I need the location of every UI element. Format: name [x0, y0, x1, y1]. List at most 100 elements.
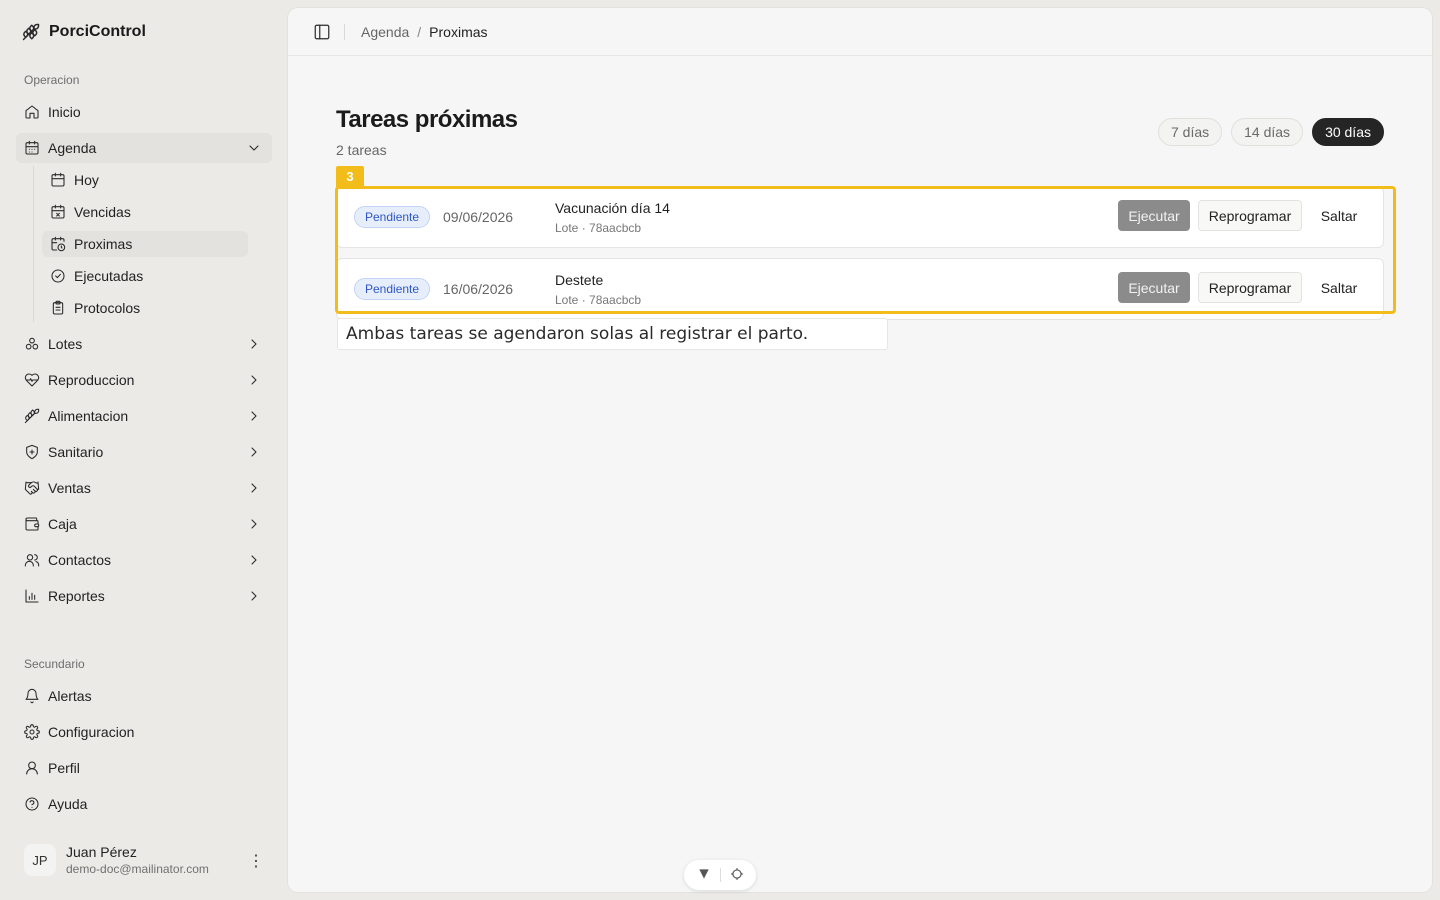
more-vertical-icon[interactable]: ⋮	[248, 851, 264, 871]
calendar-x-icon	[50, 204, 66, 220]
sidebar-item-label: Sanitario	[48, 444, 104, 460]
shield-plus-icon	[24, 444, 40, 460]
bar-chart-icon	[24, 588, 40, 604]
sidebar-item-label: Agenda	[48, 140, 97, 156]
sidebar-item-label: Alimentacion	[48, 408, 129, 424]
user-icon	[24, 760, 40, 776]
breadcrumb-current: Proximas	[429, 24, 488, 40]
breadcrumb-agenda[interactable]: Agenda	[361, 24, 409, 40]
chevron-right-icon	[246, 552, 262, 568]
sidebar-item-label: Lotes	[48, 336, 83, 352]
sidebar-item-label: Reportes	[48, 588, 105, 604]
sidebar-subitem-proximas[interactable]: Proximas	[42, 231, 248, 257]
sidebar-item-ayuda[interactable]: Ayuda	[16, 789, 272, 819]
sidebar-subitem-vencidas[interactable]: Vencidas	[42, 199, 248, 225]
sidebar-item-label: Configuracion	[48, 724, 135, 740]
user-name: Juan Pérez	[66, 844, 137, 860]
sidebar-item-configuracion[interactable]: Configuracion	[16, 717, 272, 747]
user-info: Juan Pérez demo-doc@mailinator.com	[66, 844, 209, 876]
sidebar-item-label: Contactos	[48, 552, 112, 568]
annotation-tag: 3	[336, 166, 364, 187]
sidebar-item-contactos[interactable]: Contactos	[16, 545, 272, 575]
sidebar-subitem-protocolos[interactable]: Protocolos	[42, 295, 248, 321]
chevron-right-icon	[246, 444, 262, 460]
skip-button[interactable]: Saltar	[1310, 200, 1368, 231]
section-label-secundario: Secundario	[24, 657, 85, 671]
execute-button[interactable]: Ejecutar	[1118, 200, 1190, 231]
sidebar-item-label: Inicio	[48, 104, 81, 120]
dev-toolbar	[684, 860, 756, 890]
calendar-clock-icon	[50, 236, 66, 252]
skip-button[interactable]: Saltar	[1310, 272, 1368, 303]
sidebar-item-label: Ventas	[48, 480, 91, 496]
wallet-icon	[24, 516, 40, 532]
annotation-caption: Ambas tareas se agendaron solas al regis…	[337, 318, 888, 350]
breadcrumb: Agenda / Proximas	[361, 24, 488, 40]
sidebar-item-alimentacion[interactable]: Alimentacion	[16, 401, 272, 431]
sidebar-item-label: Alertas	[48, 688, 92, 704]
range-filter: 7 días 14 días 30 días	[1157, 118, 1384, 146]
execute-button[interactable]: Ejecutar	[1118, 272, 1190, 303]
page-title: Tareas próximas	[336, 106, 518, 133]
sidebar-item-ventas[interactable]: Ventas	[16, 473, 272, 503]
boxes-icon	[24, 336, 40, 352]
sidebar-toggle-icon[interactable]	[312, 22, 332, 42]
sidebar-item-reproduccion[interactable]: Reproduccion	[16, 365, 272, 395]
check-circle-icon	[50, 268, 66, 284]
clipboard-icon	[50, 300, 66, 316]
task-date: 16/06/2026	[443, 281, 514, 297]
vercel-icon[interactable]	[697, 867, 711, 884]
sidebar-item-inicio[interactable]: Inicio	[16, 97, 272, 127]
sidebar: PorciControl Operacion Inicio Agenda Hoy…	[0, 0, 288, 900]
status-badge: Pendiente	[354, 206, 431, 228]
filter-30-days[interactable]: 30 días	[1312, 118, 1384, 146]
crosshair-icon[interactable]	[730, 867, 744, 884]
sidebar-item-agenda[interactable]: Agenda	[16, 133, 272, 163]
handshake-icon	[24, 480, 40, 496]
sidebar-item-sanitario[interactable]: Sanitario	[16, 437, 272, 467]
calendar-icon	[24, 140, 40, 156]
chevron-right-icon	[246, 336, 262, 352]
sidebar-subitem-label: Proximas	[74, 236, 133, 252]
user-menu[interactable]: JP Juan Pérez demo-doc@mailinator.com ⋮	[16, 836, 272, 884]
chevron-right-icon	[246, 516, 262, 532]
sidebar-item-caja[interactable]: Caja	[16, 509, 272, 539]
task-date: 09/06/2026	[443, 209, 514, 225]
filter-14-days[interactable]: 14 días	[1231, 118, 1304, 146]
sidebar-item-reportes[interactable]: Reportes	[16, 581, 272, 611]
avatar: JP	[24, 844, 56, 876]
status-badge: Pendiente	[354, 278, 431, 300]
sidebar-item-lotes[interactable]: Lotes	[16, 329, 272, 359]
sidebar-item-alertas[interactable]: Alertas	[16, 681, 272, 711]
gear-icon	[24, 724, 40, 740]
sidebar-item-label: Caja	[48, 516, 77, 532]
sidebar-subitem-label: Protocolos	[74, 300, 141, 316]
wheat-icon	[24, 408, 40, 424]
app-name: PorciControl	[49, 23, 146, 40]
filter-7-days[interactable]: 7 días	[1157, 118, 1223, 146]
sidebar-item-perfil[interactable]: Perfil	[16, 753, 272, 783]
reschedule-button[interactable]: Reprogramar	[1198, 272, 1302, 303]
task-meta: Lote · 78aacbcb	[555, 221, 642, 235]
reschedule-button[interactable]: Reprogramar	[1198, 200, 1302, 231]
task-row: Pendiente 09/06/2026 Vacunación día 14 L…	[336, 186, 1384, 248]
divider	[719, 868, 721, 882]
sidebar-item-label: Ayuda	[48, 796, 88, 812]
chevron-right-icon	[246, 408, 262, 424]
task-meta: Lote · 78aacbcb	[555, 293, 642, 307]
task-title: Vacunación día 14	[555, 200, 670, 216]
sidebar-subitem-hoy[interactable]: Hoy	[42, 167, 248, 193]
sidebar-subitem-label: Vencidas	[74, 204, 131, 220]
user-email: demo-doc@mailinator.com	[66, 862, 209, 876]
main-panel: Agenda / Proximas Tareas próximas 2 tare…	[288, 8, 1432, 892]
sidebar-subitem-ejecutadas[interactable]: Ejecutadas	[42, 263, 248, 289]
brand[interactable]: PorciControl	[22, 20, 146, 44]
submenu-line	[33, 166, 34, 322]
task-row: Pendiente 16/06/2026 Destete Lote · 78aa…	[336, 258, 1384, 320]
chevron-down-icon[interactable]	[246, 140, 262, 156]
wheat-icon	[22, 23, 40, 41]
heart-pulse-icon	[24, 372, 40, 388]
topbar: Agenda / Proximas	[288, 8, 1432, 56]
chevron-right-icon	[246, 480, 262, 496]
help-circle-icon	[24, 796, 40, 812]
